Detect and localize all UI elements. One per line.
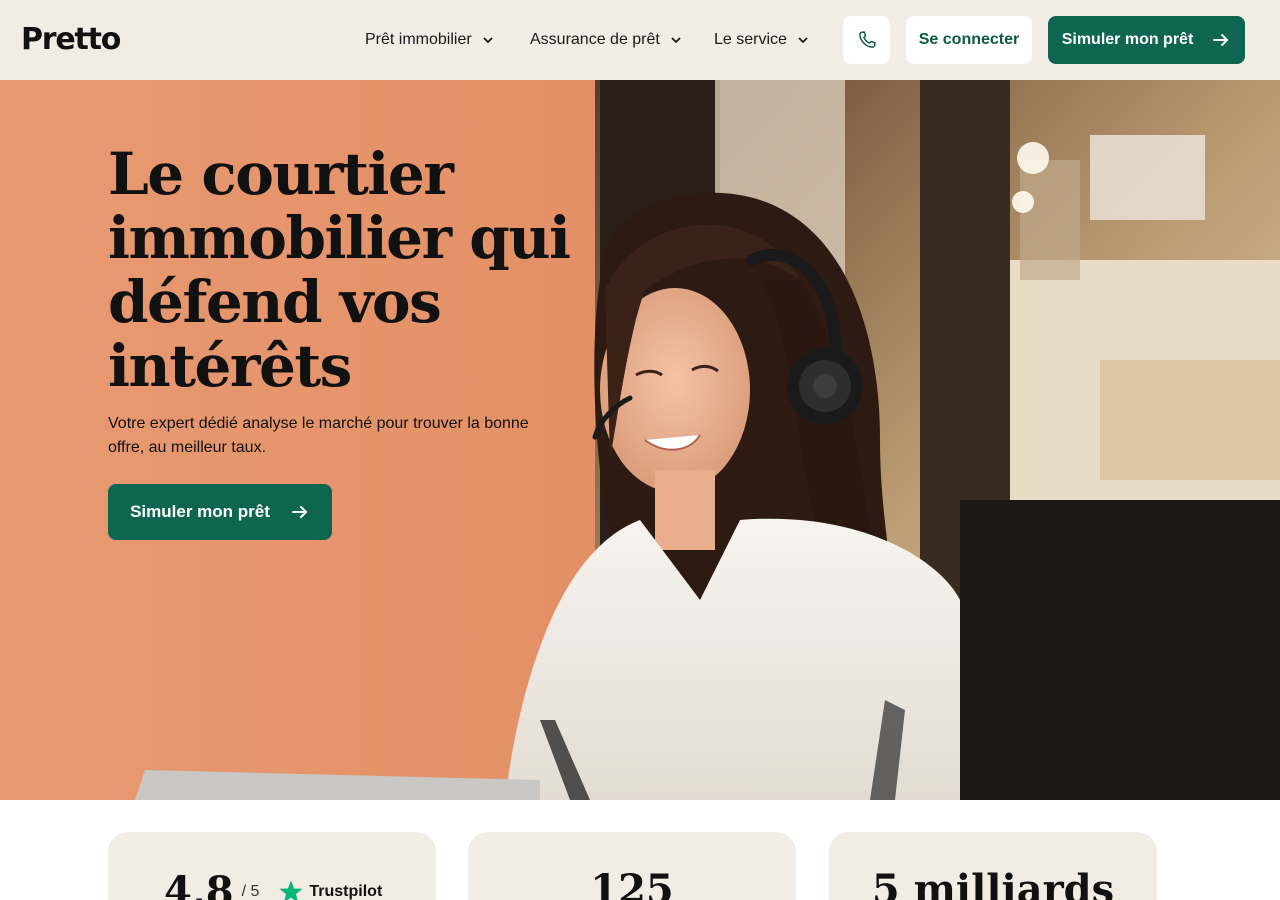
rating-denominator: / 5 [241,883,260,900]
simulate-loan-button-header[interactable]: Simuler mon prêt [1048,16,1245,64]
chevron-down-icon [671,37,681,43]
hero-title: Le courtier immobilier qui défend vos in… [108,140,571,400]
arrow-right-icon [1213,34,1229,46]
simulate-button-label: Simuler mon prêt [1061,31,1194,48]
nav-label: Prêt immobilier [365,31,472,48]
pretto-logo[interactable]: Pretto [21,22,121,57]
stat-value: 5 milliards [871,866,1115,900]
rating-value: 4,8 [164,868,234,900]
phone-icon [858,31,876,48]
nav-pret-immobilier[interactable]: Prêt immobilier [365,28,494,52]
stat-card-count: 125 [468,832,796,900]
trustpilot-label: Trustpilot [309,883,383,900]
simulate-button-label: Simuler mon prêt [130,502,270,521]
hero-section: Le courtier immobilier qui défend vos in… [0,80,1280,800]
simulate-loan-button-hero[interactable]: Simuler mon prêt [108,484,332,540]
nav-label: Le service [714,31,787,48]
stat-card-rating: 4,8 / 5 Trustpilot [108,832,436,900]
rating-block: 4,8 / 5 Trustpilot [164,872,382,900]
stat-value: 125 [590,866,674,900]
phone-button[interactable] [843,16,890,64]
login-button[interactable]: Se connecter [906,16,1032,64]
nav-assurance-de-pret[interactable]: Assurance de prêt [530,28,682,52]
nav-le-service[interactable]: Le service [714,28,809,52]
hero-subtitle: Votre expert dédié analyse le marché pou… [108,415,529,456]
arrow-right-icon [291,506,307,518]
chevron-down-icon [483,37,493,43]
login-button-label: Se connecter [918,31,1020,48]
nav-label: Assurance de prêt [530,31,660,48]
trustpilot-badge[interactable]: Trustpilot [277,872,382,900]
star-icon [279,880,304,900]
stat-card-volume: 5 milliards [829,832,1157,900]
site-header: Pretto Prêt immobilier Assurance de prêt… [0,0,1280,80]
chevron-down-icon [798,37,808,43]
